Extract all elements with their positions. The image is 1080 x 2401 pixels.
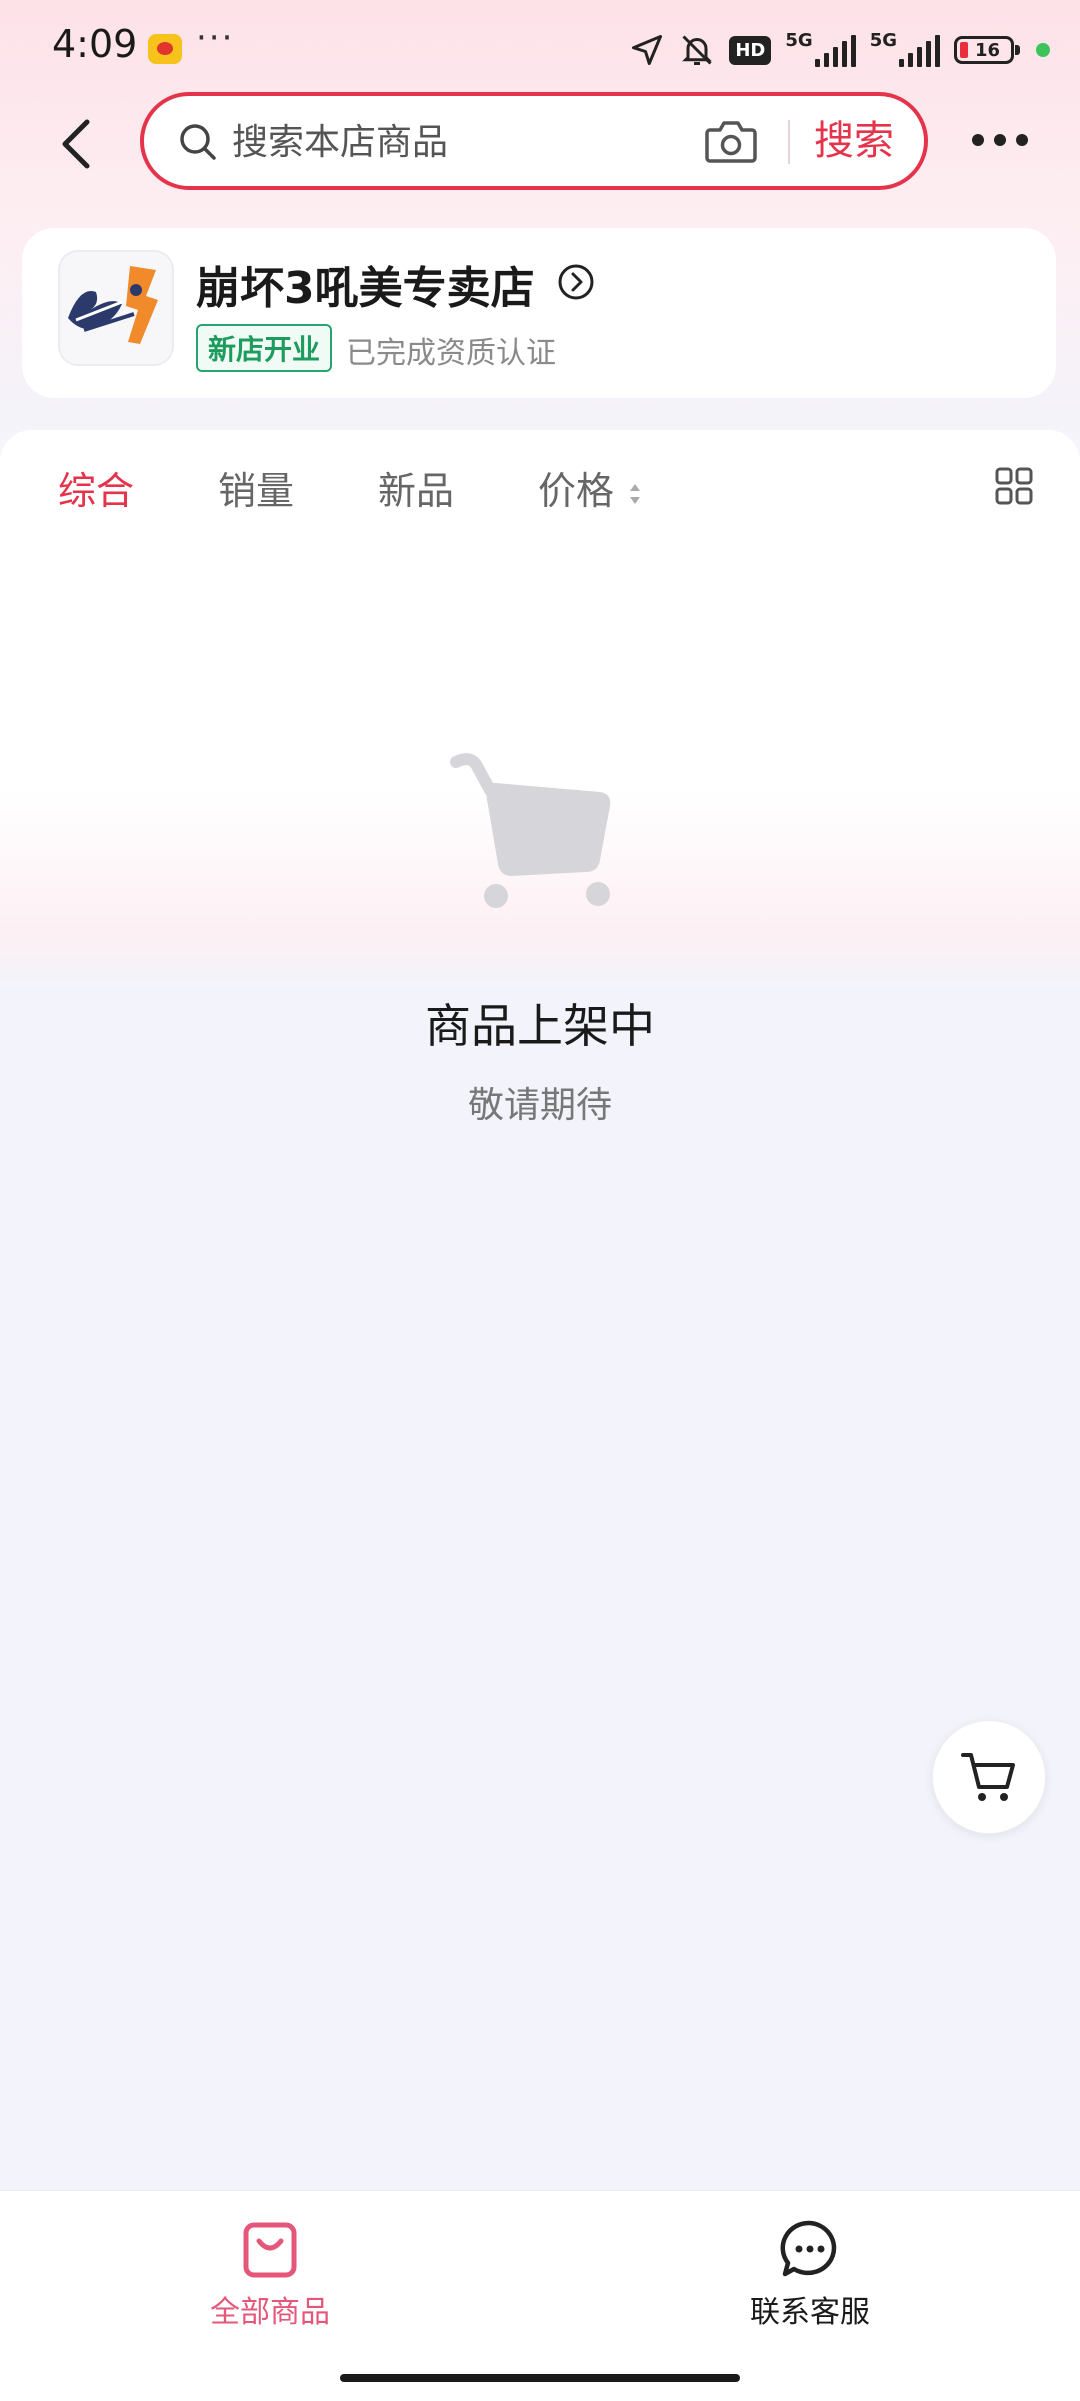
sort-tabs: 综合 销量 新品 价格 <box>0 430 1080 540</box>
empty-state-title: 商品上架中 <box>425 999 655 1053</box>
nav-all-products-label: 全部商品 <box>210 2295 330 2330</box>
hd-voice-icon: HD <box>729 35 772 65</box>
shop-logo <box>58 250 174 366</box>
sort-arrows-icon <box>630 483 641 504</box>
signal-2-icon: 5G <box>870 30 940 70</box>
verified-text: 已完成资质认证 <box>346 336 556 371</box>
grid-view-icon[interactable] <box>994 466 1034 506</box>
weibo-notification-icon <box>148 34 182 64</box>
search-icon <box>180 124 216 160</box>
signal-1-icon: 5G <box>785 30 856 70</box>
location-icon <box>629 30 665 70</box>
more-dots-icon <box>972 134 984 146</box>
tab-sales[interactable]: 销量 <box>218 460 294 515</box>
notification-more-icon: ··· <box>196 18 235 58</box>
shop-name: 崩坏3吼美专卖店 <box>196 263 535 314</box>
chat-bubble-icon <box>780 2220 837 2277</box>
back-button[interactable] <box>50 112 102 176</box>
privacy-indicator-dot <box>1036 43 1050 57</box>
bottom-nav: 全部商品 联系客服 <box>0 2190 1080 2401</box>
floating-cart-button[interactable] <box>932 1720 1046 1834</box>
tab-price[interactable]: 价格 <box>538 460 642 515</box>
nav-all-products[interactable]: 全部商品 <box>140 2219 400 2331</box>
tab-price-label: 价格 <box>538 469 615 513</box>
shopping-cart-icon <box>961 1753 1015 1801</box>
more-options-button[interactable] <box>970 118 1030 162</box>
search-divider <box>788 120 790 164</box>
empty-cart-icon <box>450 753 611 908</box>
status-icons: HD 5G 5G 16 <box>629 28 1050 72</box>
back-arrow-icon <box>62 119 90 169</box>
status-time: 4:09 <box>52 22 138 66</box>
home-indicator[interactable] <box>340 2374 740 2382</box>
tab-comprehensive[interactable]: 综合 <box>58 460 134 515</box>
empty-state-subtitle: 敬请期待 <box>467 1085 612 1126</box>
shopping-bag-icon <box>243 2222 297 2278</box>
tab-new[interactable]: 新品 <box>378 460 454 515</box>
new-store-badge: 新店开业 <box>196 324 333 372</box>
nav-contact-service[interactable]: 联系客服 <box>680 2219 940 2331</box>
shop-info-card[interactable]: 崩坏3吼美专卖店 新店开业 已完成资质认证 <box>22 228 1056 398</box>
mute-bell-icon <box>679 30 715 70</box>
search-button[interactable]: 搜索 <box>804 110 904 172</box>
circle-arrow-right-icon[interactable] <box>556 262 596 302</box>
search-bar[interactable]: 搜索 <box>140 92 928 190</box>
product-panel: 综合 销量 新品 价格 商品上架中 敬请期待 <box>0 430 1080 2190</box>
nav-contact-service-label: 联系客服 <box>750 2295 870 2330</box>
battery-icon: 16 <box>954 36 1020 64</box>
camera-icon[interactable] <box>704 116 758 166</box>
status-bar: 4:09 ··· HD 5G 5G 16 <box>0 0 1080 96</box>
